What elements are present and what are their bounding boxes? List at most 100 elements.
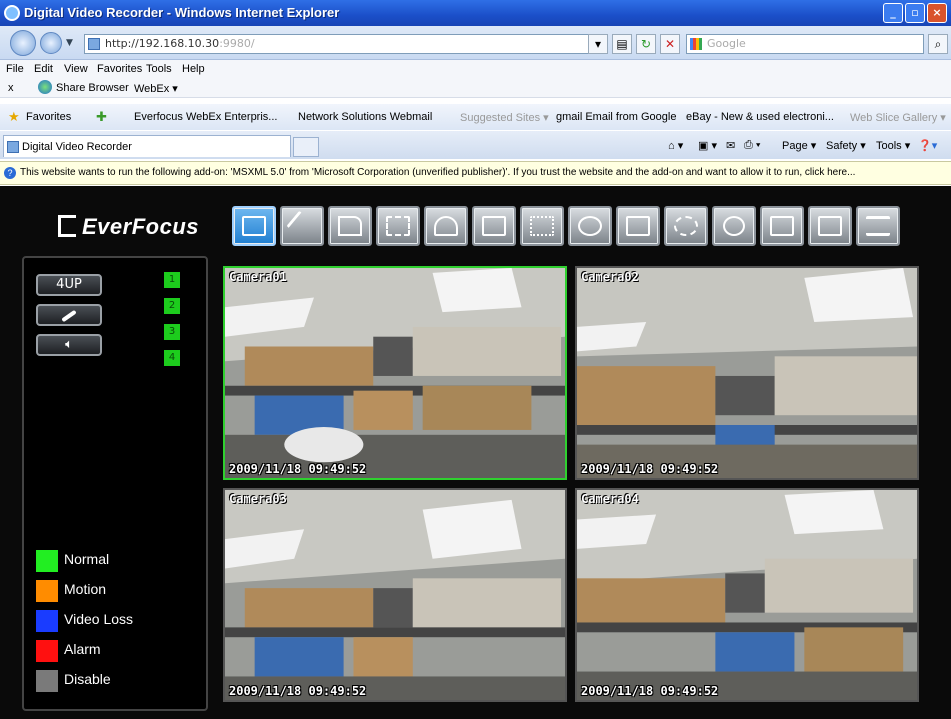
brand-name: EverFocus bbox=[82, 214, 199, 239]
help-icon[interactable]: ❓▾ bbox=[918, 139, 937, 152]
channel-1-indicator[interactable]: 1 bbox=[164, 272, 180, 288]
window-titlebar: Digital Video Recorder - Windows Interne… bbox=[0, 0, 951, 26]
feeds-icon[interactable]: ▣ ▾ bbox=[698, 139, 717, 152]
fav-link-gmail[interactable]: gmail Email from Google bbox=[556, 111, 676, 123]
favorites-star-icon: ★ bbox=[8, 109, 20, 124]
history-dropdown-icon[interactable]: ▼ bbox=[66, 38, 73, 48]
camera-view-1[interactable]: Camera01 2009/11/18 09:49:52 bbox=[223, 266, 567, 480]
setup-wand-icon[interactable] bbox=[280, 206, 324, 246]
camera-feed-image bbox=[577, 268, 917, 478]
camera-name: Camera03 bbox=[229, 492, 287, 506]
addon-info-bar[interactable]: ? This website wants to run the followin… bbox=[0, 161, 951, 185]
minimize-button[interactable]: _ bbox=[883, 3, 903, 23]
dvr-application: EverFocus 4UP 🔈︎ 1 2 3 4 Normal Motion V… bbox=[0, 186, 951, 719]
add-favorite-icon[interactable]: ✚ bbox=[96, 109, 107, 125]
tab-digital-video-recorder[interactable]: Digital Video Recorder bbox=[3, 135, 291, 157]
ie-logo-icon bbox=[4, 5, 20, 21]
back-button[interactable] bbox=[10, 30, 36, 56]
search-icon[interactable]: ⌕ bbox=[928, 34, 948, 54]
close-window-button[interactable]: × bbox=[927, 3, 947, 23]
address-input[interactable]: http://192.168.10.30:9980/ bbox=[84, 34, 604, 54]
microphone-icon bbox=[61, 309, 77, 323]
fav-link-network-solutions[interactable]: Network Solutions Webmail bbox=[298, 111, 432, 123]
channel-2-indicator[interactable]: 2 bbox=[164, 298, 180, 314]
legend-label: Alarm bbox=[64, 641, 101, 657]
fav-link-ebay[interactable]: eBay - New & used electroni... bbox=[686, 111, 834, 123]
favorites-button[interactable]: Favorites bbox=[26, 111, 71, 123]
camera-timestamp: 2009/11/18 09:49:52 bbox=[581, 462, 719, 476]
fav-link-everfocus[interactable]: Everfocus WebEx Enterpris... bbox=[134, 111, 277, 123]
webex-menu[interactable]: WebEx ▾ bbox=[134, 82, 178, 95]
playback-icon[interactable] bbox=[760, 206, 804, 246]
close-toolbar-icon[interactable]: x bbox=[8, 82, 14, 94]
legend-label: Disable bbox=[64, 671, 111, 687]
display-icon[interactable] bbox=[616, 206, 660, 246]
menu-view[interactable]: View bbox=[64, 63, 88, 75]
legend-label: Video Loss bbox=[64, 611, 134, 627]
refresh-icon[interactable]: ↻ bbox=[636, 34, 656, 54]
menu-file[interactable]: File bbox=[6, 63, 24, 75]
maximize-button[interactable]: ▫ bbox=[905, 3, 925, 23]
backup-icon[interactable] bbox=[568, 206, 612, 246]
mail-icon[interactable]: ✉ bbox=[726, 139, 735, 152]
info-icon[interactable] bbox=[712, 206, 756, 246]
share-browser-link[interactable]: Share Browser bbox=[56, 82, 129, 94]
url-host: http://192.168.10.30 bbox=[105, 37, 220, 50]
menu-bar: File Edit View Favorites Tools Help bbox=[0, 60, 951, 78]
record-icon[interactable] bbox=[376, 206, 420, 246]
tab-label: Digital Video Recorder bbox=[22, 141, 132, 153]
channel-4-indicator[interactable]: 4 bbox=[164, 350, 180, 366]
camera-view-3[interactable]: Camera03 2009/11/18 09:49:52 bbox=[223, 488, 567, 702]
stop-icon[interactable]: ✕ bbox=[660, 34, 680, 54]
search-input[interactable]: Google bbox=[686, 34, 924, 54]
live-view-icon[interactable] bbox=[232, 206, 276, 246]
new-tab-button[interactable] bbox=[293, 137, 319, 157]
ptz-icon[interactable] bbox=[856, 206, 900, 246]
fav-link-web-slice[interactable]: Web Slice Gallery ▾ bbox=[850, 111, 946, 124]
layout-4up-button[interactable]: 4UP bbox=[36, 274, 102, 296]
legend-swatch bbox=[36, 550, 58, 572]
channel-3-indicator[interactable]: 3 bbox=[164, 324, 180, 340]
camera-icon[interactable] bbox=[328, 206, 372, 246]
fav-link-suggested-sites[interactable]: Suggested Sites ▾ bbox=[460, 111, 549, 124]
menu-tools[interactable]: Tools bbox=[146, 63, 172, 75]
schedule-icon[interactable] bbox=[472, 206, 516, 246]
menu-edit[interactable]: Edit bbox=[34, 63, 53, 75]
microphone-button[interactable] bbox=[36, 304, 102, 326]
camera-timestamp: 2009/11/18 09:49:52 bbox=[581, 684, 719, 698]
page-menu[interactable]: Page ▾ bbox=[782, 139, 816, 152]
google-icon bbox=[690, 38, 702, 50]
links-bar: x Share Browser WebEx ▾ bbox=[0, 78, 951, 98]
camera-feed-image bbox=[225, 490, 565, 700]
search-icon[interactable] bbox=[808, 206, 852, 246]
legend-label: Motion bbox=[64, 581, 107, 597]
url-port: :9980/ bbox=[219, 37, 255, 50]
settings-gear-icon[interactable] bbox=[664, 206, 708, 246]
address-dropdown-button[interactable]: ▾ bbox=[588, 34, 608, 54]
infobar-text: This website wants to run the following … bbox=[20, 167, 856, 178]
menu-favorites[interactable]: Favorites bbox=[97, 63, 142, 75]
home-icon[interactable]: ⌂ ▾ bbox=[668, 139, 683, 152]
camera-feed-image bbox=[577, 490, 917, 700]
forward-button[interactable] bbox=[40, 32, 62, 54]
alarm-bell-icon[interactable] bbox=[424, 206, 468, 246]
speaker-icon: 🔈︎ bbox=[65, 337, 73, 352]
tools-menu[interactable]: Tools ▾ bbox=[876, 139, 910, 152]
network-icon[interactable] bbox=[520, 206, 564, 246]
camera-view-4[interactable]: Camera04 2009/11/18 09:49:52 bbox=[575, 488, 919, 702]
camera-name: Camera02 bbox=[581, 270, 639, 284]
camera-grid: Camera01 2009/11/18 09:49:52 Camera02 20… bbox=[223, 266, 923, 703]
print-icon[interactable]: ⎙ ▾ bbox=[744, 139, 760, 152]
menu-help[interactable]: Help bbox=[182, 63, 205, 75]
legend-swatch bbox=[36, 580, 58, 602]
safety-menu[interactable]: Safety ▾ bbox=[826, 139, 866, 152]
logo-mark-icon bbox=[58, 215, 76, 237]
question-icon: ? bbox=[4, 167, 16, 179]
legend-swatch bbox=[36, 670, 58, 692]
legend-swatch bbox=[36, 640, 58, 662]
page-icon bbox=[88, 38, 100, 50]
camera-view-2[interactable]: Camera02 2009/11/18 09:49:52 bbox=[575, 266, 919, 480]
speaker-button[interactable]: 🔈︎ bbox=[36, 334, 102, 356]
control-panel: 4UP 🔈︎ 1 2 3 4 Normal Motion Video Loss … bbox=[22, 256, 208, 711]
compatibility-icon[interactable]: ▤ bbox=[612, 34, 632, 54]
